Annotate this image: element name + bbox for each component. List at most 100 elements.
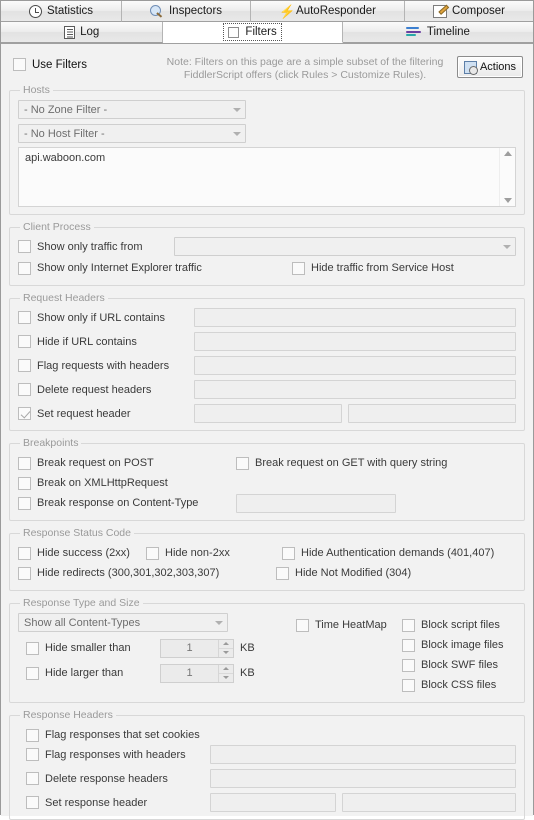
hide-smaller-than-wrap[interactable]: Hide smaller than [26,638,154,658]
set-request-header-value-input[interactable] [348,404,516,423]
set-request-header-row: Set request header [18,404,516,423]
tab-timeline[interactable]: Timeline [342,22,533,43]
tab-statistics[interactable]: Statistics [1,1,122,22]
delete-response-headers-checkbox[interactable] [26,772,39,785]
flag-cookies-row[interactable]: Flag responses that set cookies [26,725,516,745]
flag-requests-with-headers-input[interactable] [194,356,516,375]
show-only-ie-checkbox[interactable] [18,261,31,275]
block-css-files-checkbox[interactable] [402,678,415,692]
hide-larger-than-stepper[interactable]: 1 [160,663,234,683]
set-response-header-value-input[interactable] [342,793,516,812]
tab-filters[interactable]: Filters [163,22,343,43]
chevron-down-icon [499,238,515,255]
break-on-get-label: Break request on GET with query string [255,457,448,469]
flag-with-headers-checkbox[interactable] [26,748,39,761]
show-only-traffic-from-label-wrap[interactable]: Show only traffic from [18,240,168,253]
host-list-scrollbar[interactable] [499,148,515,206]
hide-success-row[interactable]: Hide success (2xx) [18,543,140,563]
block-image-files-row[interactable]: Block image files [402,635,504,655]
hide-auth-row[interactable]: Hide Authentication demands (401,407) [282,543,494,563]
use-filters-checkbox[interactable] [13,58,26,71]
hide-url-contains-label-wrap[interactable]: Hide if URL contains [18,335,188,348]
hide-smaller-than-stepper[interactable]: 1 [160,638,234,658]
hide-success-checkbox[interactable] [18,546,31,560]
delete-request-headers-input[interactable] [194,380,516,399]
scroll-up-icon[interactable] [503,151,512,156]
block-script-files-checkbox[interactable] [402,618,415,632]
block-swf-files-checkbox[interactable] [402,658,415,672]
delete-request-headers-checkbox[interactable] [18,383,31,396]
hide-redirects-row[interactable]: Hide redirects (300,301,302,303,307) [18,563,270,583]
show-only-ie-row[interactable]: Show only Internet Explorer traffic [18,258,286,278]
host-list-textarea[interactable]: api.waboon.com [18,147,516,207]
hide-auth-checkbox[interactable] [282,546,295,560]
hide-smaller-than-checkbox[interactable] [26,641,39,655]
break-on-xhr-checkbox[interactable] [18,476,31,490]
flag-cookies-checkbox[interactable] [26,728,39,742]
stepper-buttons[interactable] [218,639,233,657]
show-only-url-contains-checkbox[interactable] [18,311,31,324]
stepper-up-icon[interactable] [219,665,233,674]
set-response-header-label-wrap[interactable]: Set response header [26,796,204,809]
response-headers-legend: Response Headers [23,709,113,721]
flag-with-headers-label-wrap[interactable]: Flag responses with headers [26,748,204,761]
client-process-dropdown[interactable] [174,237,516,256]
tab-inspectors[interactable]: Inspectors [122,1,252,22]
break-on-post-row[interactable]: Break request on POST [18,453,230,473]
break-on-xhr-row[interactable]: Break on XMLHttpRequest [18,473,516,493]
block-image-files-checkbox[interactable] [402,638,415,652]
tab-log[interactable]: Log [1,22,164,43]
hide-service-host-checkbox[interactable] [292,261,305,275]
show-only-url-contains-input[interactable] [194,308,516,327]
hide-not-modified-row[interactable]: Hide Not Modified (304) [276,563,411,583]
hide-non-2xx-checkbox[interactable] [146,546,159,560]
block-script-files-row[interactable]: Block script files [402,615,504,635]
block-css-files-row[interactable]: Block CSS files [402,675,504,695]
use-filters-row[interactable]: Use Filters [13,54,153,71]
content-types-dropdown[interactable]: Show all Content-Types [18,613,228,632]
block-swf-files-row[interactable]: Block SWF files [402,655,504,675]
set-response-header-checkbox[interactable] [26,796,39,809]
stepper-buttons[interactable] [218,664,233,682]
stepper-down-icon[interactable] [219,674,233,682]
delete-response-headers-input[interactable] [210,769,516,788]
time-heatmap-checkbox[interactable] [296,618,309,632]
set-request-header-name-input[interactable] [194,404,342,423]
stepper-up-icon[interactable] [219,640,233,649]
break-on-content-type-checkbox[interactable] [18,496,31,510]
hide-not-modified-checkbox[interactable] [276,566,289,580]
delete-request-headers-label-wrap[interactable]: Delete request headers [18,383,188,396]
hide-larger-than-wrap[interactable]: Hide larger than [26,663,154,683]
tab-autoresponder[interactable]: ⚡ AutoResponder [251,1,405,22]
set-response-header-name-input[interactable] [210,793,336,812]
delete-response-headers-label-wrap[interactable]: Delete response headers [26,772,204,785]
hide-url-contains-input[interactable] [194,332,516,351]
flag-requests-with-headers-checkbox[interactable] [18,359,31,372]
tab-inspectors-label: Inspectors [168,5,223,17]
host-filter-dropdown[interactable]: - No Host Filter - [18,124,246,143]
break-on-get-row[interactable]: Break request on GET with query string [236,453,447,473]
hide-non-2xx-row[interactable]: Hide non-2xx [146,543,276,563]
zone-filter-dropdown[interactable]: - No Zone Filter - [18,100,246,119]
show-only-traffic-from-checkbox[interactable] [18,240,31,253]
show-only-url-contains-label-wrap[interactable]: Show only if URL contains [18,311,188,324]
flag-with-headers-input[interactable] [210,745,516,764]
set-request-header-checkbox[interactable] [18,407,31,420]
hide-larger-than-checkbox[interactable] [26,666,39,680]
hide-service-host-row[interactable]: Hide traffic from Service Host [292,258,454,278]
actions-button[interactable]: Actions [457,56,523,78]
break-on-content-type-input[interactable] [236,493,396,513]
flag-requests-with-headers-label-wrap[interactable]: Flag requests with headers [18,359,188,372]
delete-response-headers-label: Delete response headers [45,772,168,785]
scroll-down-icon[interactable] [503,198,512,203]
stepper-down-icon[interactable] [219,649,233,657]
time-heatmap-row[interactable]: Time HeatMap [296,615,396,635]
set-request-header-label-wrap[interactable]: Set request header [18,407,188,420]
break-on-get-checkbox[interactable] [236,456,249,470]
break-on-content-type-wrap[interactable]: Break response on Content-Type [18,493,230,513]
break-on-post-checkbox[interactable] [18,456,31,470]
hide-url-contains-checkbox[interactable] [18,335,31,348]
tab-composer[interactable]: Composer [404,1,533,22]
breakpoints-legend: Breakpoints [23,437,79,449]
hide-redirects-checkbox[interactable] [18,566,31,580]
